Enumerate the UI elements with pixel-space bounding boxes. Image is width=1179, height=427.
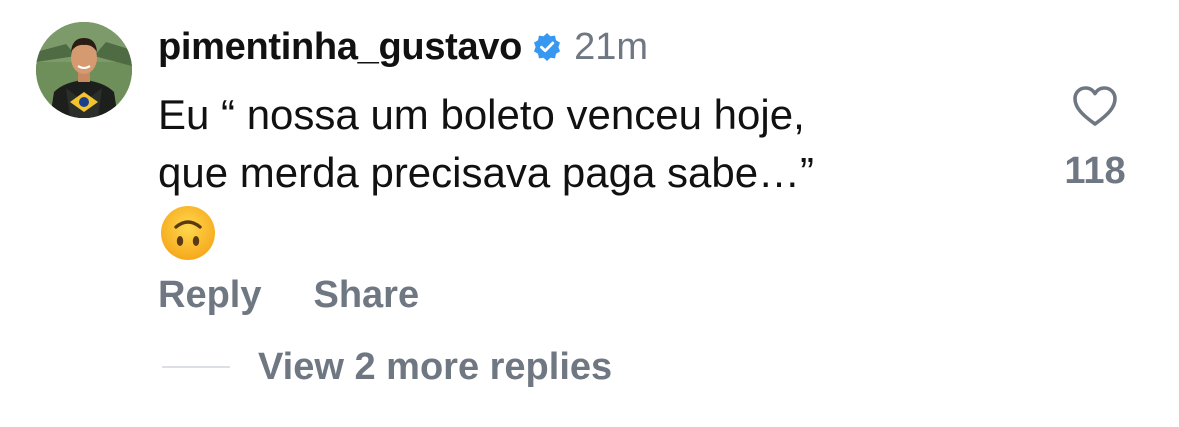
timestamp: 21m	[574, 25, 649, 68]
comment-actions: Reply Share	[158, 270, 471, 320]
comment-header: pimentinha_gustavo 21m	[158, 22, 648, 72]
avatar-image	[36, 22, 132, 118]
like-count: 118	[1064, 150, 1126, 192]
replies-divider	[162, 366, 230, 368]
share-button[interactable]: Share	[313, 274, 419, 317]
comment-text: Eu “ nossa um boleto venceu hoje, que me…	[158, 91, 815, 196]
comment-item: pimentinha_gustavo 21m Eu “ nossa um bol…	[0, 0, 1179, 427]
reply-button[interactable]: Reply	[158, 274, 261, 317]
username[interactable]: pimentinha_gustavo	[158, 26, 522, 69]
view-replies-button[interactable]: View 2 more replies	[258, 346, 612, 389]
heart-outline-icon[interactable]	[1071, 84, 1119, 128]
avatar[interactable]	[36, 22, 132, 118]
view-replies-row[interactable]: View 2 more replies	[162, 342, 612, 392]
upside-down-face-icon	[160, 205, 216, 261]
verified-badge-icon	[532, 32, 562, 62]
like-area: 118	[1055, 80, 1135, 200]
